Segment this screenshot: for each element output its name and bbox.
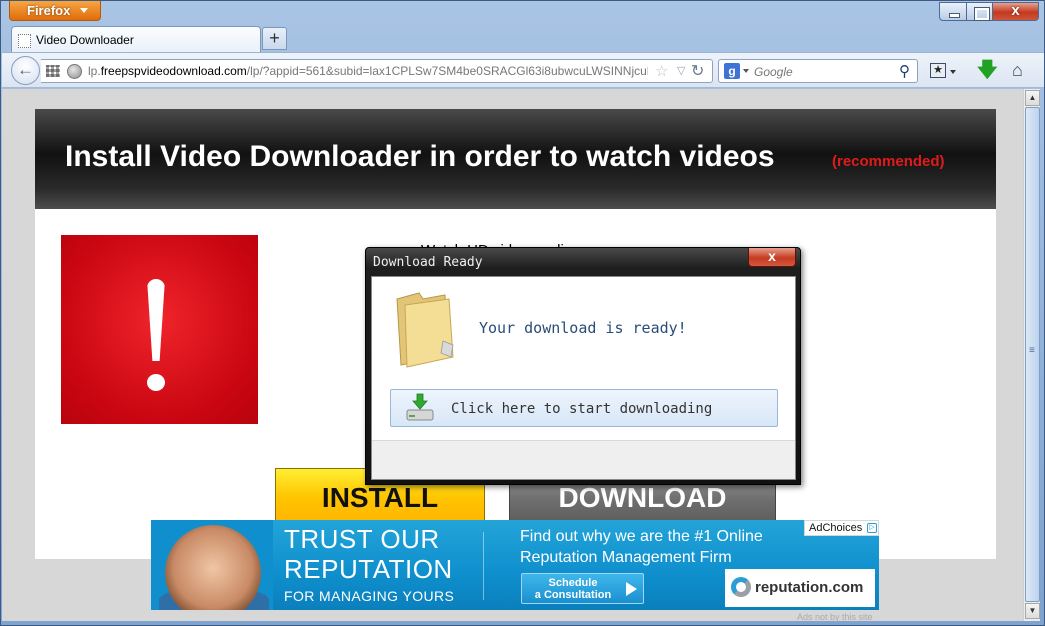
adchoices-icon: ▷: [867, 523, 877, 533]
history-dropdown-icon[interactable]: ▽: [677, 64, 685, 77]
vertical-scrollbar[interactable]: ▲ ▼: [1023, 89, 1040, 621]
reputation-logo-icon: [731, 577, 751, 597]
downloads-arrow-icon[interactable]: 🡇: [977, 59, 998, 81]
scroll-thumb[interactable]: [1025, 107, 1040, 602]
ad-divider: [483, 532, 484, 600]
warning-exclamation-icon: [61, 235, 258, 424]
ad-headline-1: TRUST OUR: [284, 524, 440, 554]
scroll-up-button[interactable]: ▲: [1025, 90, 1040, 106]
search-placeholder[interactable]: Google: [754, 65, 793, 79]
ad-headline-3: FOR MANAGING YOURS: [284, 588, 455, 604]
ad-woman-photo: [151, 520, 273, 610]
browser-window: Firefox x Video Downloader + ← lp.freeps…: [0, 0, 1045, 626]
bookmark-star-icon[interactable]: ☆: [655, 62, 668, 80]
start-download-label: Click here to start downloading: [451, 401, 713, 417]
reload-icon[interactable]: ↻: [691, 61, 704, 81]
cta-line-2: a Consultation: [534, 589, 612, 601]
adchoices-label: AdChoices: [809, 522, 863, 534]
schedule-consultation-button[interactable]: Schedule a Consultation: [521, 573, 644, 604]
reputation-ad-banner[interactable]: TRUST OUR REPUTATION FOR MANAGING YOURS …: [151, 520, 879, 610]
bookmarks-menu-button[interactable]: ★: [928, 60, 962, 82]
download-ready-message: Your download is ready!: [479, 319, 687, 337]
ad-headline-2: REPUTATION: [284, 554, 453, 584]
download-ready-dialog: Download Ready x Your download is ready!…: [365, 247, 801, 485]
dialog-footer: [372, 440, 795, 479]
dialog-close-button[interactable]: x: [748, 248, 796, 267]
page-favicon-icon: [18, 34, 31, 48]
reputation-logo-text: reputation.com: [755, 579, 864, 596]
dialog-title: Download Ready: [373, 255, 483, 270]
folder-icon: [396, 292, 454, 368]
url-text[interactable]: lp.freepspvideodownload.com/lp/?appid=56…: [88, 64, 648, 78]
navigation-toolbar: ← lp.freepspvideodownload.com/lp/?appid=…: [2, 52, 1044, 88]
home-icon[interactable]: ⌂: [1012, 59, 1023, 81]
cta-line-1: Schedule: [548, 577, 598, 589]
search-icon[interactable]: ⚲: [899, 62, 910, 80]
bookmarks-icon: ★: [930, 63, 946, 78]
scroll-down-button[interactable]: ▼: [1025, 603, 1040, 619]
tab-title: Video Downloader: [36, 33, 134, 47]
ads-attribution[interactable]: Ads not by this site: [797, 612, 873, 622]
firefox-menu-label: Firefox: [27, 3, 71, 18]
chevron-down-icon: [80, 8, 88, 13]
ad-body-2: Reputation Management Firm: [520, 549, 732, 566]
close-icon: x: [1011, 2, 1020, 19]
globe-icon: [67, 64, 82, 79]
play-arrow-icon: [626, 582, 637, 596]
chevron-down-icon[interactable]: [743, 69, 749, 73]
maximize-button[interactable]: [966, 2, 993, 21]
grid-icon[interactable]: [46, 65, 60, 77]
back-arrow-icon: ←: [17, 60, 34, 79]
start-download-button[interactable]: Click here to start downloading: [390, 389, 778, 427]
back-button[interactable]: ←: [11, 56, 40, 85]
chevron-down-icon: [950, 70, 956, 74]
firefox-menu-button[interactable]: Firefox: [9, 1, 101, 21]
minimize-button[interactable]: [939, 2, 967, 21]
adchoices-badge[interactable]: AdChoices ▷: [804, 520, 879, 536]
search-bar[interactable]: g Google ⚲: [718, 59, 918, 83]
header-banner: Install Video Downloader in order to wat…: [35, 109, 996, 209]
recommended-label: (recommended): [832, 153, 945, 170]
tab-video-downloader[interactable]: Video Downloader: [11, 26, 261, 53]
address-bar[interactable]: lp.freepspvideodownload.com/lp/?appid=56…: [41, 59, 713, 83]
dialog-body: Your download is ready! Click here to st…: [371, 276, 796, 480]
page-title: Install Video Downloader in order to wat…: [65, 140, 775, 173]
ad-body-1: Find out why we are the #1 Online: [520, 528, 763, 545]
close-window-button[interactable]: x: [992, 2, 1039, 21]
google-engine-icon[interactable]: g: [724, 63, 740, 79]
reputation-logo: reputation.com: [725, 569, 875, 607]
download-drive-icon: [406, 393, 434, 421]
new-tab-button[interactable]: +: [262, 27, 287, 50]
